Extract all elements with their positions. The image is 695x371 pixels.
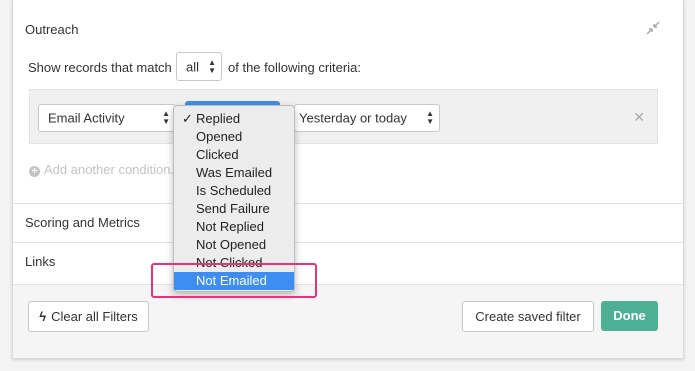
dropdown-option-opened[interactable]: Opened: [174, 128, 294, 146]
done-button[interactable]: Done: [601, 301, 658, 331]
select-arrows-icon: ▲ ▼: [208, 57, 216, 75]
scoring-section-title[interactable]: Scoring and Metrics: [25, 215, 140, 230]
value-select[interactable]: Yesterday or today ▲ ▼: [294, 104, 440, 132]
criteria-suffix: of the following criteria:: [228, 60, 361, 75]
highlight-annotation-box: [151, 263, 317, 298]
divider: [13, 203, 683, 204]
field-select[interactable]: Email Activity ▲ ▼: [38, 104, 176, 132]
option-label: Replied: [196, 111, 241, 126]
add-condition-link[interactable]: + Add another condition...: [29, 162, 181, 177]
create-saved-filter-button[interactable]: Create saved filter: [462, 301, 594, 332]
remove-condition-icon[interactable]: ✕: [633, 109, 645, 126]
match-select[interactable]: all ▲ ▼: [176, 52, 222, 81]
collapse-icon[interactable]: [645, 20, 661, 36]
criteria-prefix: Show records that match: [28, 60, 172, 75]
dropdown-option-not-opened[interactable]: Not Opened: [174, 236, 294, 254]
select-arrows-icon: ▲ ▼: [162, 109, 170, 126]
field-value: Email Activity: [48, 110, 125, 126]
select-arrows-icon: ▲ ▼: [426, 109, 434, 126]
condition-row: Email Activity ▲ ▼ Yesterday or today ▲ ▼ …: [29, 89, 658, 144]
divider: [13, 242, 683, 243]
filter-panel: Outreach Show records that match all ▲ ▼ …: [12, 0, 684, 359]
add-condition-label: Add another condition...: [44, 162, 182, 177]
dropdown-option-replied[interactable]: ✓ Replied: [174, 110, 294, 128]
lightning-icon: ϟ: [39, 309, 47, 324]
dropdown-option-is-scheduled[interactable]: Is Scheduled: [174, 182, 294, 200]
value-text: Yesterday or today: [299, 110, 407, 126]
clear-filters-label: Clear all Filters: [51, 309, 138, 324]
dropdown-option-send-failure[interactable]: Send Failure: [174, 200, 294, 218]
dropdown-option-not-replied[interactable]: Not Replied: [174, 218, 294, 236]
links-section-title[interactable]: Links: [25, 254, 55, 269]
checkmark-icon: ✓: [182, 111, 193, 126]
plus-circle-icon: +: [29, 166, 40, 177]
clear-filters-button[interactable]: ϟ Clear all Filters: [28, 301, 149, 332]
panel-footer: ϟ Clear all Filters Create saved filter D…: [13, 284, 683, 358]
dropdown-option-clicked[interactable]: Clicked: [174, 146, 294, 164]
outreach-section-title[interactable]: Outreach: [25, 22, 78, 37]
match-value: all: [186, 59, 200, 74]
dropdown-option-was-emailed[interactable]: Was Emailed: [174, 164, 294, 182]
